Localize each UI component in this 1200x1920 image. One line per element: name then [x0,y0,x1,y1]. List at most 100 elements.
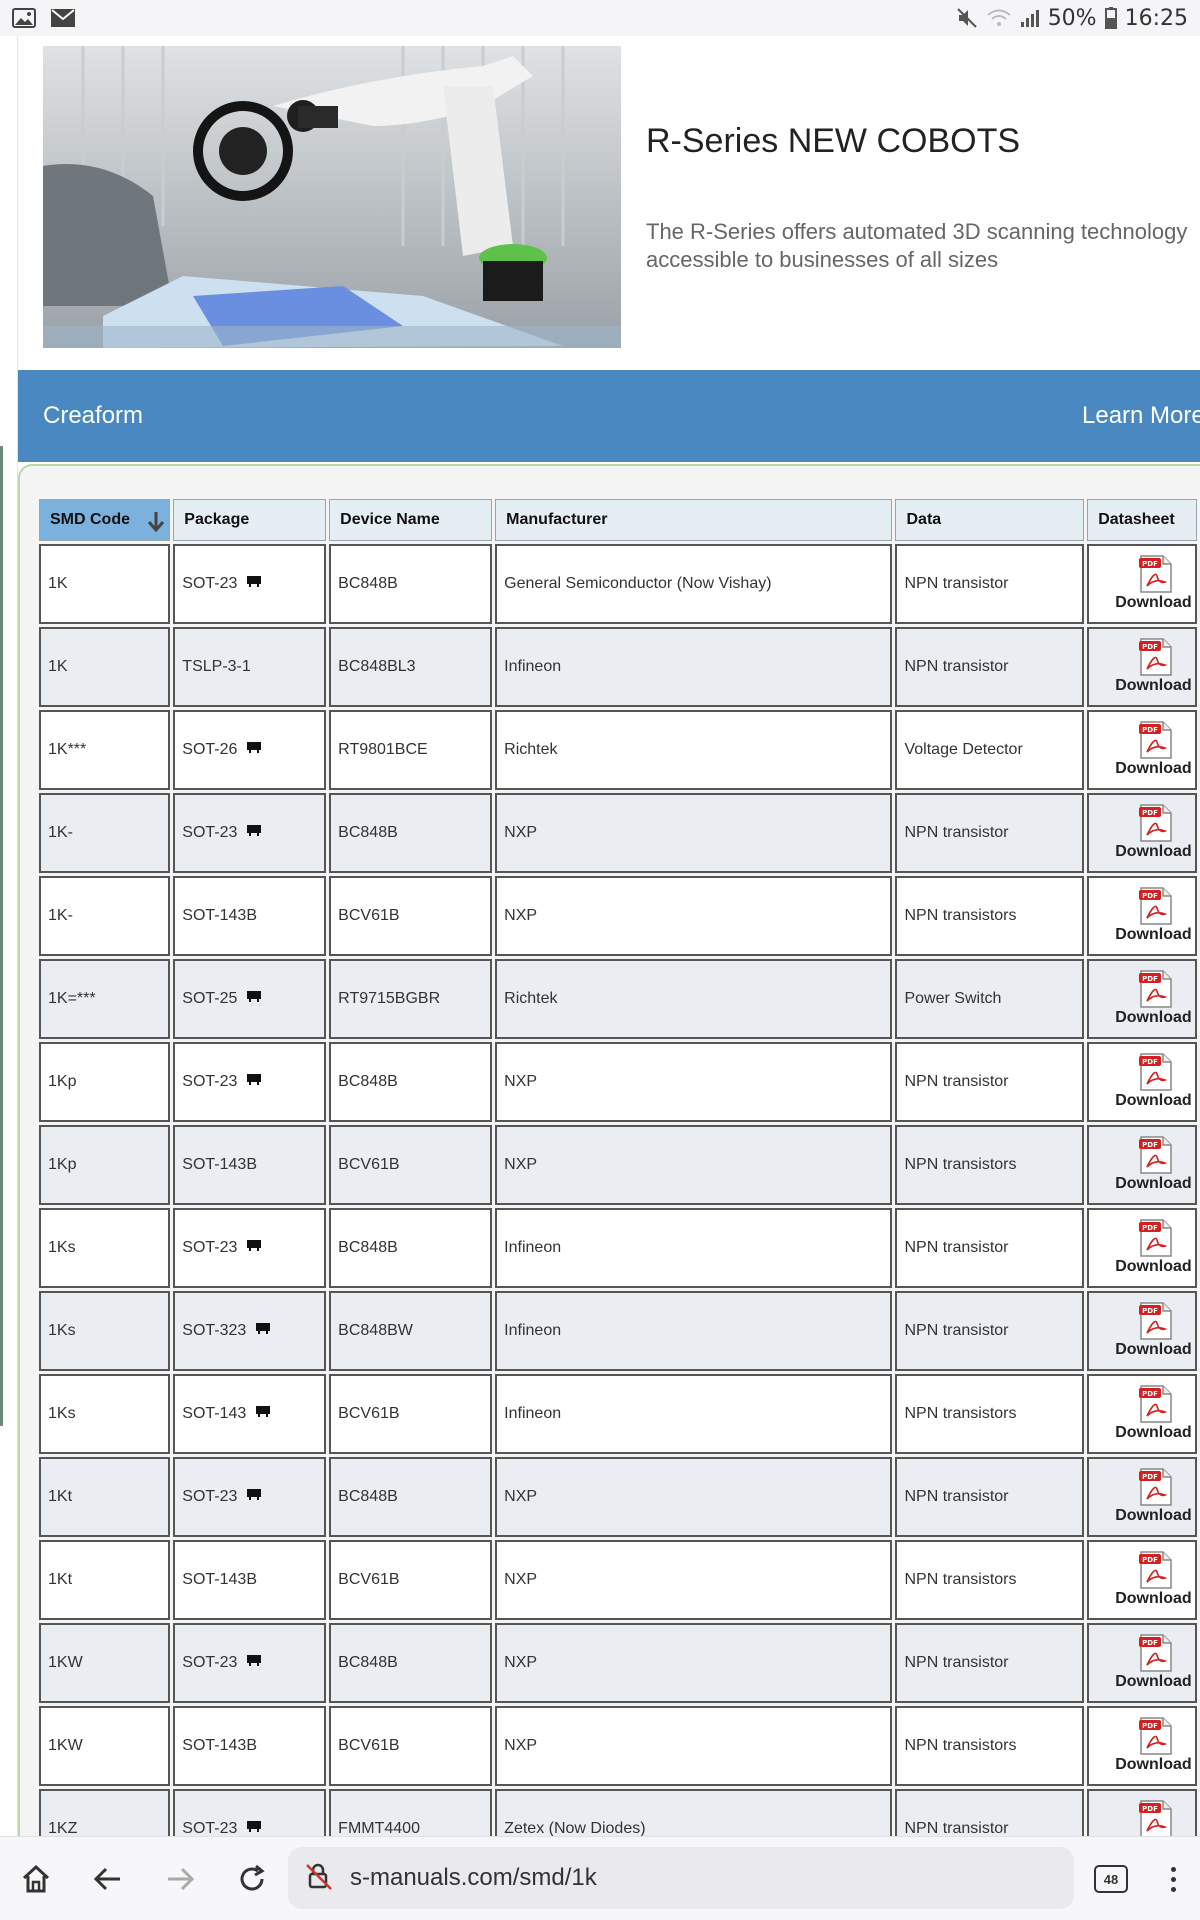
pdf-icon[interactable]: PDF [1137,1633,1175,1678]
cell-smd-code[interactable]: 1K [39,544,171,624]
reload-icon[interactable] [230,1857,274,1901]
sort-descending-icon[interactable] [147,510,165,537]
ad-banner[interactable]: R-Series NEW COBOTS The R-Series offers … [18,36,1200,498]
cell-smd-code[interactable]: 1K*** [39,710,171,790]
datasheet-download-link[interactable]: PDFDownload [1087,1374,1197,1454]
address-bar[interactable]: s-manuals.com/smd/1k [288,1847,1074,1909]
column-header-device-name[interactable]: Device Name [329,499,493,541]
home-icon[interactable] [14,1857,58,1901]
datasheet-download-link[interactable]: PDFDownload [1087,710,1197,790]
datasheet-download-link[interactable]: PDFDownload [1087,1623,1197,1703]
cell-device-name[interactable]: FMMT4400 [329,1789,493,1836]
datasheet-download-link[interactable]: PDFDownload [1087,1457,1197,1537]
cell-device-name[interactable]: BCV61B [329,1374,493,1454]
cell-smd-code[interactable]: 1K=*** [39,959,171,1039]
cell-smd-code[interactable]: 1Ks [39,1291,171,1371]
datasheet-download-link[interactable]: PDFDownload [1087,959,1197,1039]
cell-device-name[interactable]: BC848B [329,793,493,873]
download-label[interactable]: Download [1115,1258,1191,1276]
ad-title[interactable]: R-Series NEW COBOTS [646,122,1020,161]
download-label[interactable]: Download [1115,1092,1191,1110]
cell-device-name[interactable]: BC848B [329,544,493,624]
back-icon[interactable] [86,1857,130,1901]
pdf-icon[interactable]: PDF [1137,720,1175,765]
pdf-icon[interactable]: PDF [1137,1301,1175,1346]
download-label[interactable]: Download [1115,1424,1191,1442]
cell-smd-code[interactable]: 1KW [39,1623,171,1703]
download-label[interactable]: Download [1115,1009,1191,1027]
datasheet-download-link[interactable]: PDFDownload [1087,1706,1197,1786]
pdf-icon[interactable]: PDF [1137,554,1175,599]
pdf-icon[interactable]: PDF [1137,969,1175,1014]
download-label[interactable]: Download [1115,677,1191,695]
pdf-icon[interactable]: PDF [1137,1799,1175,1836]
download-label[interactable]: Download [1115,1590,1191,1608]
cell-smd-code[interactable]: 1K [39,627,171,707]
download-label[interactable]: Download [1115,1175,1191,1193]
cell-smd-code[interactable]: 1KW [39,1706,171,1786]
cell-smd-code[interactable]: 1Ks [39,1208,171,1288]
cell-device-name[interactable]: BCV61B [329,1540,493,1620]
menu-icon[interactable] [1158,1857,1188,1901]
cell-smd-code[interactable]: 1K- [39,793,171,873]
datasheet-download-link[interactable]: PDFDownload [1087,627,1197,707]
ad-footer-bar[interactable]: Creaform Learn More [18,370,1200,462]
cell-smd-code[interactable]: 1Ks [39,1374,171,1454]
cell-device-name[interactable]: BC848B [329,1042,493,1122]
datasheet-download-link[interactable]: PDFDownload [1087,1042,1197,1122]
ad-brand[interactable]: Creaform [43,402,143,430]
ad-learn-more-link[interactable]: Learn More [1082,402,1200,430]
cell-device-name[interactable]: BC848B [329,1623,493,1703]
url-text[interactable]: s-manuals.com/smd/1k [350,1864,597,1892]
column-header-package[interactable]: Package [173,499,327,541]
column-header-data[interactable]: Data [895,499,1085,541]
download-label[interactable]: Download [1115,760,1191,778]
pdf-icon[interactable]: PDF [1137,637,1175,682]
cell-device-name[interactable]: BCV61B [329,1125,493,1205]
cell-device-name[interactable]: BCV61B [329,876,493,956]
cell-device-name[interactable]: BC848BL3 [329,627,493,707]
cell-device-name[interactable]: BC848B [329,1208,493,1288]
pdf-icon[interactable]: PDF [1137,1218,1175,1263]
pdf-icon[interactable]: PDF [1137,1550,1175,1595]
pdf-icon[interactable]: PDF [1137,1052,1175,1097]
datasheet-download-link[interactable]: PDFDownload [1087,544,1197,624]
datasheet-download-link[interactable]: PDFDownload [1087,1125,1197,1205]
cell-smd-code[interactable]: 1Kp [39,1042,171,1122]
download-label[interactable]: Download [1115,926,1191,944]
datasheet-download-link[interactable]: PDFDownload [1087,1208,1197,1288]
download-label[interactable]: Download [1115,1673,1191,1691]
column-header-datasheet[interactable]: Datasheet [1087,499,1197,541]
column-header-smd-code[interactable]: SMD Code [39,499,171,541]
pdf-icon[interactable]: PDF [1137,1467,1175,1512]
pdf-icon[interactable]: PDF [1137,1135,1175,1180]
download-label[interactable]: Download [1115,1341,1191,1359]
datasheet-download-link[interactable]: PDFDownload [1087,1789,1197,1836]
download-label[interactable]: Download [1115,1756,1191,1774]
cell-device-name[interactable]: BC848BW [329,1291,493,1371]
cell-smd-code[interactable]: 1Kt [39,1540,171,1620]
cell-device-name[interactable]: BC848B [329,1457,493,1537]
cell-device-name[interactable]: RT9801BCE [329,710,493,790]
pdf-icon[interactable]: PDF [1137,803,1175,848]
pdf-icon[interactable]: PDF [1137,1716,1175,1761]
column-header-manufacturer[interactable]: Manufacturer [495,499,893,541]
datasheet-download-link[interactable]: PDFDownload [1087,1291,1197,1371]
web-page[interactable]: R-Series NEW COBOTS The R-Series offers … [0,36,1200,1836]
datasheet-download-link[interactable]: PDFDownload [1087,876,1197,956]
tabs-button[interactable]: 48 [1094,1865,1128,1893]
cell-smd-code[interactable]: 1Kt [39,1457,171,1537]
datasheet-download-link[interactable]: PDFDownload [1087,793,1197,873]
cell-smd-code[interactable]: 1Kp [39,1125,171,1205]
cell-device-name[interactable]: RT9715BGBR [329,959,493,1039]
ad-image-robot-arm[interactable] [43,46,621,348]
download-label[interactable]: Download [1115,843,1191,861]
cell-smd-code[interactable]: 1K- [39,876,171,956]
pdf-icon[interactable]: PDF [1137,1384,1175,1429]
download-label[interactable]: Download [1115,1507,1191,1525]
pdf-icon[interactable]: PDF [1137,886,1175,931]
cell-smd-code[interactable]: 1KZ [39,1789,171,1836]
insecure-lock-icon[interactable] [304,1861,334,1896]
download-label[interactable]: Download [1115,594,1191,612]
datasheet-download-link[interactable]: PDFDownload [1087,1540,1197,1620]
